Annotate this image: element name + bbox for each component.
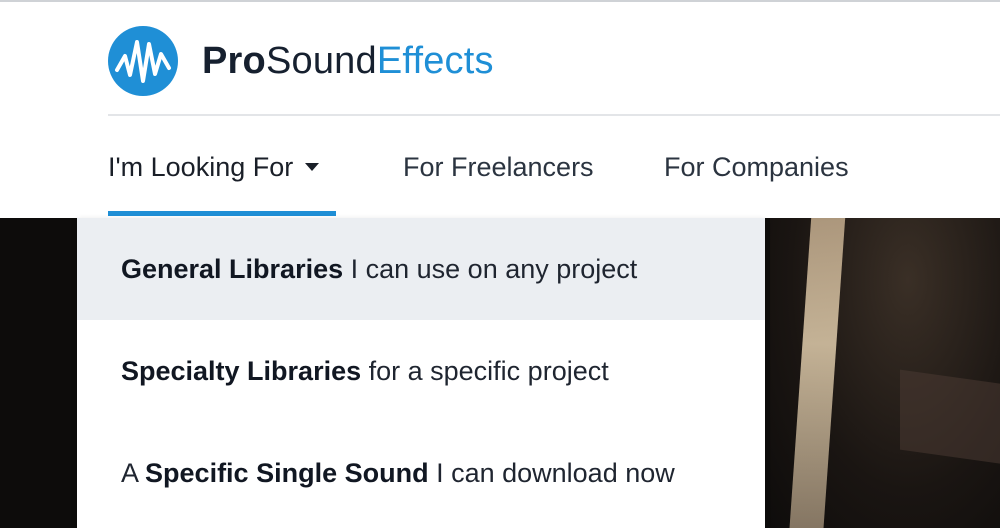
dropdown-item-strong: Specialty Libraries <box>121 356 362 386</box>
dropdown-item-rest: I can download now <box>428 458 675 488</box>
dropdown-item-strong: General Libraries <box>121 254 344 284</box>
nav-im-looking-for[interactable]: I'm Looking For <box>108 145 320 189</box>
nav-im-looking-for-label: I'm Looking For <box>108 152 294 182</box>
nav-for-companies[interactable]: For Companies <box>664 145 849 189</box>
brand-effects: Effects <box>376 40 494 82</box>
main-nav: I'm Looking For For Freelancers For Comp… <box>0 145 1000 205</box>
brand-sound: Sound <box>265 40 377 82</box>
dropdown-item-rest: for a specific project <box>361 356 609 386</box>
brand-pro: Pro <box>202 40 266 82</box>
looking-for-dropdown-menu: General Libraries I can use on any proje… <box>77 218 765 528</box>
soundwave-logo-icon[interactable] <box>108 26 178 96</box>
caret-down-icon <box>305 162 320 171</box>
dropdown-item-specific-single-sound[interactable]: A Specific Single Sound I can download n… <box>77 422 765 524</box>
brand-wordmark[interactable]: ProSoundEffects <box>202 38 494 84</box>
dropdown-item-general-libraries[interactable]: General Libraries I can use on any proje… <box>77 218 765 320</box>
dropdown-item-rest: I can use on any project <box>343 254 638 284</box>
dropdown-item-specialty-libraries[interactable]: Specialty Libraries for a specific proje… <box>77 320 765 422</box>
dropdown-item-strong: Specific Single Sound <box>145 458 429 488</box>
dropdown-item-prefix: A <box>121 458 146 488</box>
header-divider <box>108 114 1000 116</box>
nav-for-freelancers[interactable]: For Freelancers <box>403 145 594 189</box>
active-nav-indicator <box>108 211 336 216</box>
